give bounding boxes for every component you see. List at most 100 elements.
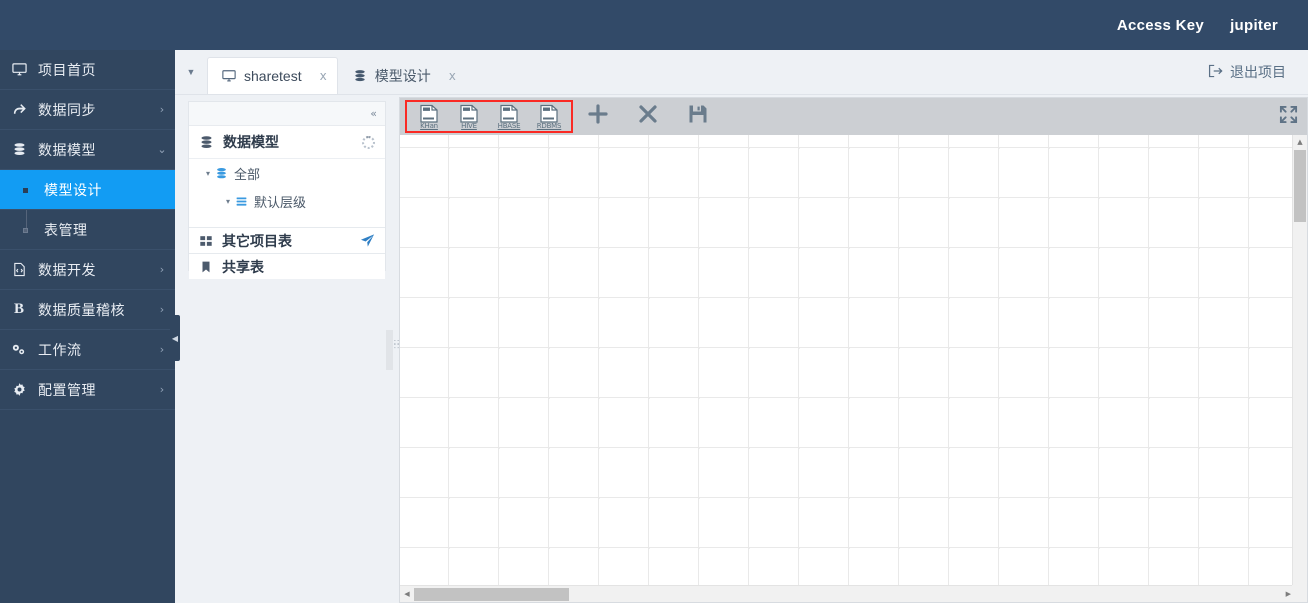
canvas-horizontal-scrollbar[interactable]: ◀ ▶ (400, 585, 1307, 602)
canvas-vertical-scrollbar[interactable]: ▲ (1292, 135, 1307, 587)
sync-arrow-icon (0, 102, 38, 117)
sidebar-item-data-model[interactable]: 数据模型 ⌄ (0, 130, 175, 170)
sidebar-item-config-management[interactable]: 配置管理 › (0, 370, 175, 410)
tree-node-all[interactable]: ▾ 全部 (189, 159, 385, 187)
double-chevron-left-icon[interactable]: « (370, 107, 377, 120)
tree-node-marker-icon (23, 188, 28, 193)
model-canvas-area: KHan HIVE HBASE RDBMS ▲ ◀ ▶ (399, 97, 1308, 603)
tree-root-label: 数据模型 (223, 134, 279, 150)
tree-node-default-level[interactable]: ▾ 默认层级 (189, 187, 385, 215)
tab-list-dropdown[interactable]: ▼ (175, 49, 207, 94)
sidebar-item-data-sync[interactable]: 数据同步 › (0, 90, 175, 130)
sidebar-label: 数据开发 (38, 261, 96, 278)
db-type-label: HIVE (461, 121, 477, 130)
database-icon (0, 142, 38, 157)
add-hive-table-button[interactable]: HIVE (449, 103, 489, 130)
chevron-right-icon: › (159, 103, 165, 116)
scroll-up-arrow-icon[interactable]: ▲ (1293, 135, 1307, 149)
tab-label: sharetest (244, 68, 302, 84)
left-sidebar: 项目首页 数据同步 › 数据模型 ⌄ 模型设计 表管理 数据开发 › B 数据质… (0, 50, 175, 603)
caret-down-icon: ▼ (186, 66, 196, 77)
tree-node-label: 全部 (234, 166, 261, 182)
expand-arrows-icon (1279, 105, 1298, 129)
sidebar-label: 数据同步 (38, 101, 96, 118)
exit-project-button[interactable]: 退出项目 (1208, 62, 1286, 82)
bookmark-icon (199, 260, 213, 274)
caret-down-icon[interactable]: ▾ (201, 169, 215, 178)
fullscreen-button[interactable] (1277, 105, 1299, 129)
delete-button[interactable] (623, 98, 673, 135)
sidebar-label: 数据模型 (38, 141, 96, 158)
save-button[interactable] (673, 98, 723, 135)
sidebar-item-project-home[interactable]: 项目首页 (0, 50, 175, 90)
tab-label: 模型设计 (374, 68, 431, 84)
gears-icon (0, 342, 38, 357)
chevron-right-icon: › (159, 383, 165, 396)
tree-row-shared-tables[interactable]: 共享表 (189, 253, 385, 279)
canvas-toolbar: KHan HIVE HBASE RDBMS (400, 98, 1307, 135)
db-type-label: RDBMS (536, 121, 562, 130)
sidebar-label: 工作流 (38, 341, 82, 358)
plus-icon (587, 103, 609, 130)
tree-row-label: 共享表 (222, 258, 264, 275)
database-icon (215, 167, 228, 180)
add-button[interactable] (573, 98, 623, 135)
scroll-left-arrow-icon[interactable]: ◀ (400, 590, 414, 598)
top-header-bar: Access Key jupiter (0, 0, 1308, 50)
gear-icon (0, 382, 38, 397)
scrollbar-corner (1292, 585, 1307, 602)
exit-project-label: 退出项目 (1230, 64, 1286, 80)
sidebar-submenu-data-model: 模型设计 表管理 (0, 170, 175, 250)
database-icon (353, 69, 367, 83)
tab-strip: ▼ sharetest x 模型设计 x 退出项目 (175, 50, 1308, 95)
add-khan-table-button[interactable]: KHan (409, 103, 449, 130)
close-x-icon (637, 103, 659, 130)
code-file-icon (0, 262, 38, 277)
chevron-right-icon: › (159, 263, 165, 276)
horizontal-scroll-thumb[interactable] (414, 587, 569, 601)
sidebar-label: 配置管理 (38, 381, 96, 398)
sidebar-label: 项目首页 (38, 61, 96, 78)
tree-row-label: 其它项目表 (222, 232, 292, 249)
tree-node-label: 默认层级 (254, 194, 307, 210)
panel-splitter[interactable] (386, 330, 393, 370)
loading-spinner-icon (362, 135, 375, 149)
monitor-icon (0, 62, 38, 77)
chevron-left-icon: ◀ (171, 333, 179, 343)
sidebar-collapse-handle[interactable]: ◀ (170, 315, 180, 361)
close-icon[interactable]: x (320, 69, 327, 83)
sidebar-label: 数据质量稽核 (38, 301, 125, 318)
tree-row-other-project-tables[interactable]: 其它项目表 (189, 227, 385, 253)
tree-node-marker-icon (23, 228, 28, 233)
tab-model-design[interactable]: 模型设计 x (338, 57, 467, 94)
sidebar-item-data-quality-audit[interactable]: B 数据质量稽核 › (0, 290, 175, 330)
model-design-grid-canvas[interactable] (400, 135, 1292, 587)
splitter-grip-icon: ∷ ∷ (394, 338, 399, 351)
database-icon (199, 135, 214, 150)
monitor-icon (222, 69, 236, 83)
model-tree-panel: « 数据模型 ▾ 全部 ▾ 默认层级 其它项目表 共享表 (188, 101, 386, 279)
access-key-link[interactable]: Access Key (1117, 17, 1204, 34)
tab-sharetest[interactable]: sharetest x (207, 57, 338, 94)
database-type-button-group: KHan HIVE HBASE RDBMS (405, 100, 573, 133)
sidebar-item-table-management[interactable]: 表管理 (0, 210, 175, 250)
sidebar-item-workflow[interactable]: 工作流 › (0, 330, 175, 370)
scroll-right-arrow-icon[interactable]: ▶ (1286, 590, 1291, 598)
close-icon[interactable]: x (449, 69, 456, 83)
tree-root-data-model[interactable]: 数据模型 (189, 126, 385, 159)
sidebar-sub-label: 模型设计 (44, 181, 102, 198)
chevron-down-icon: ⌄ (157, 143, 167, 156)
add-hbase-table-button[interactable]: HBASE (489, 103, 529, 130)
vertical-scroll-thumb[interactable] (1294, 150, 1306, 222)
db-type-label: KHan (420, 121, 438, 130)
caret-down-icon[interactable]: ▾ (221, 197, 235, 206)
sidebar-item-model-design[interactable]: 模型设计 (0, 170, 175, 210)
user-menu[interactable]: jupiter (1230, 17, 1278, 34)
tree-panel-header: « (189, 102, 385, 126)
sidebar-item-data-development[interactable]: 数据开发 › (0, 250, 175, 290)
send-icon[interactable] (360, 233, 375, 248)
floppy-save-icon (688, 104, 708, 129)
letter-b-icon: B (13, 301, 24, 317)
logout-icon (1208, 64, 1223, 81)
add-rdbms-table-button[interactable]: RDBMS (529, 103, 569, 130)
